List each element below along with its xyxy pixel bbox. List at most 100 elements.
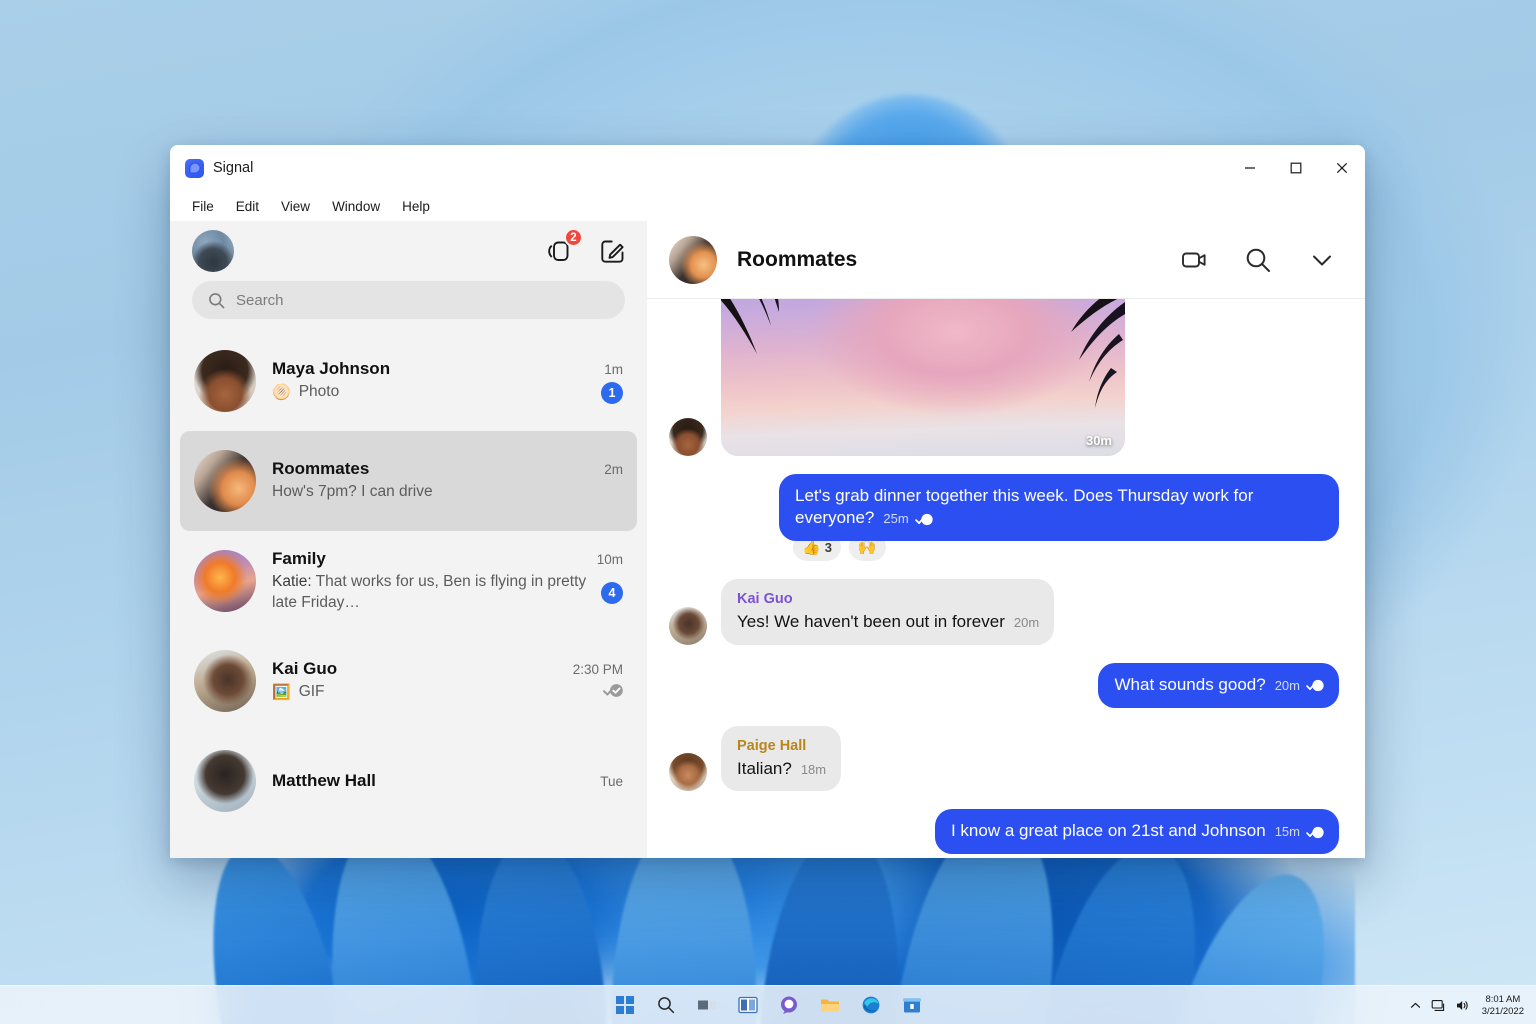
conversation-item-content: Roommates 2m How's 7pm? I can drive: [272, 459, 623, 502]
conversation-item-top: Family 10m: [272, 549, 623, 569]
menu-view[interactable]: View: [272, 196, 319, 217]
avatar: [669, 606, 707, 645]
message-timestamp: 20m: [1274, 677, 1300, 693]
system-tray: 8:01 AM 3/21/2022: [1409, 986, 1528, 1024]
menu-edit[interactable]: Edit: [227, 196, 268, 217]
conversation-item-bottom: Katie: That works for us, Ben is flying …: [272, 572, 623, 613]
conversation-list-item[interactable]: Matthew Hall Tue: [180, 731, 637, 831]
compose-button[interactable]: [598, 237, 627, 266]
maximize-icon[interactable]: [1273, 145, 1319, 191]
taskbar: 8:01 AM 3/21/2022: [0, 985, 1536, 1024]
palm-leaf-icon: [721, 299, 779, 354]
conversation-item-content: Maya Johnson 1m 🫓 Photo 1: [272, 359, 623, 404]
message-bubble[interactable]: Paige Hall Italian? 18m: [721, 725, 842, 792]
read-receipt-icon: [914, 513, 933, 525]
avatar: [194, 750, 256, 812]
unread-badge: 4: [601, 581, 623, 604]
edge-icon[interactable]: [859, 993, 883, 1017]
chevron-up-icon[interactable]: [1409, 999, 1422, 1012]
avatar[interactable]: [192, 230, 234, 272]
message-timestamp: 25m: [883, 511, 909, 527]
message-timestamp: 18m: [800, 761, 827, 777]
snippet-emoji: 🖼️: [272, 684, 291, 701]
more-options-button[interactable]: [1307, 245, 1337, 275]
desktop: Signal File Edit View Window Help 2 Sear…: [0, 0, 1536, 1024]
conversation-timestamp: Tue: [600, 774, 623, 789]
read-receipt-icon: [1306, 679, 1324, 692]
conversation-snippet: Katie: That works for us, Ben is flying …: [272, 573, 587, 611]
message-meta: 15m: [1275, 823, 1324, 840]
message-list[interactable]: 30m Let's grab dinner together this week.…: [647, 299, 1365, 858]
task-view-icon[interactable]: [695, 993, 719, 1017]
signal-logo-icon: [185, 158, 204, 178]
stories-button[interactable]: 2: [544, 228, 583, 266]
message-bubble[interactable]: Let's grab dinner together this week. Do…: [779, 473, 1339, 541]
clock[interactable]: 8:01 AM 3/21/2022: [1482, 994, 1528, 1018]
volume-icon[interactable]: [1455, 998, 1470, 1013]
conversation-name: Maya Johnson: [272, 358, 391, 378]
message-timestamp: 20m: [1013, 615, 1040, 631]
conversation-search-button[interactable]: [1243, 245, 1273, 275]
search-input[interactable]: [236, 291, 609, 309]
clock-time: 8:01 AM: [1485, 993, 1521, 1005]
microsoft-store-icon[interactable]: [900, 993, 924, 1017]
snippet-emoji: 🫓: [272, 384, 291, 401]
window-controls: [1227, 145, 1365, 191]
conversation-item-top: Kai Guo 2:30 PM: [272, 659, 623, 679]
video-call-button[interactable]: [1179, 245, 1209, 275]
conversation-snippet: Photo: [298, 383, 340, 401]
conversation-item-bottom: 🫓 Photo 1: [272, 381, 623, 404]
network-icon[interactable]: [1431, 998, 1446, 1013]
conversation-timestamp: 2m: [604, 462, 623, 478]
avatar: [669, 753, 707, 792]
photo-attachment[interactable]: 30m: [721, 299, 1125, 456]
message-bubble[interactable]: I know a great place on 21st and Johnson…: [934, 809, 1339, 854]
window-titlebar[interactable]: Signal: [170, 145, 1365, 191]
message-text: Italian?: [737, 758, 792, 778]
conversation-avatar[interactable]: [669, 235, 717, 284]
minimize-icon[interactable]: [1227, 145, 1273, 191]
menu-file[interactable]: File: [183, 196, 223, 217]
reaction-count: 3: [824, 539, 832, 555]
message-text: Yes! We haven't been out in forever: [737, 612, 1005, 632]
message-bubble[interactable]: What sounds good? 20m: [1098, 662, 1339, 708]
message-text: Let's grab dinner together this week. Do…: [795, 485, 1254, 528]
read-receipt-icon: [603, 683, 623, 697]
avatar: [194, 650, 256, 712]
message-sender: Kai Guo: [737, 591, 793, 607]
conversation-actions: [1179, 245, 1337, 275]
conversation-item-top: Maya Johnson 1m: [272, 359, 623, 379]
avatar: [194, 550, 256, 612]
message-meta: 20m: [1014, 614, 1039, 631]
menu-window[interactable]: Window: [323, 196, 389, 217]
file-explorer-icon[interactable]: [818, 993, 842, 1017]
close-icon[interactable]: [1319, 145, 1365, 191]
conversation-header: Roommates: [647, 221, 1365, 299]
sidebar: 2 Search Maya Johnson 1m 🫓 Photo 1 Roomm…: [170, 221, 647, 858]
clock-date: 3/21/2022: [1481, 1005, 1524, 1017]
conversation-item-top: Roommates 2m: [272, 459, 623, 479]
conversation-list-item[interactable]: Roommates 2m How's 7pm? I can drive: [180, 431, 637, 531]
widgets-icon[interactable]: [736, 993, 760, 1017]
stories-badge: 2: [564, 228, 583, 247]
conversation-item-bottom: How's 7pm? I can drive: [272, 482, 623, 502]
taskbar-icons: [613, 993, 924, 1017]
conversation-list-item[interactable]: Maya Johnson 1m 🫓 Photo 1: [180, 331, 637, 431]
message-meta: 25m: [883, 510, 933, 527]
conversation-name: Roommates: [272, 459, 370, 479]
search-box[interactable]: [192, 281, 625, 319]
message-bubble[interactable]: Kai Guo Yes! We haven't been out in forev…: [721, 579, 1055, 645]
conversation-list-item[interactable]: Kai Guo 2:30 PM 🖼️ GIF: [180, 631, 637, 731]
conversation-item-top: Matthew Hall Tue: [272, 771, 623, 791]
sidebar-header: 2: [170, 221, 647, 281]
window-body: 2 Search Maya Johnson 1m 🫓 Photo 1 Roomm…: [170, 221, 1365, 858]
start-icon[interactable]: [613, 993, 637, 1017]
message-row: Let's grab dinner together this week. Do…: [669, 473, 1339, 561]
search-icon[interactable]: [654, 993, 678, 1017]
conversation-list[interactable]: Maya Johnson 1m 🫓 Photo 1 Roommates 2m How's 7p…: [170, 331, 647, 858]
menu-help[interactable]: Help: [393, 196, 439, 217]
conversation-list-item[interactable]: Family 10m Katie: That works for us, Ben i…: [180, 531, 637, 631]
conversation-timestamp: 1m: [604, 361, 623, 377]
message-row: What sounds good? 20m: [669, 662, 1339, 708]
chat-icon[interactable]: [777, 993, 801, 1017]
